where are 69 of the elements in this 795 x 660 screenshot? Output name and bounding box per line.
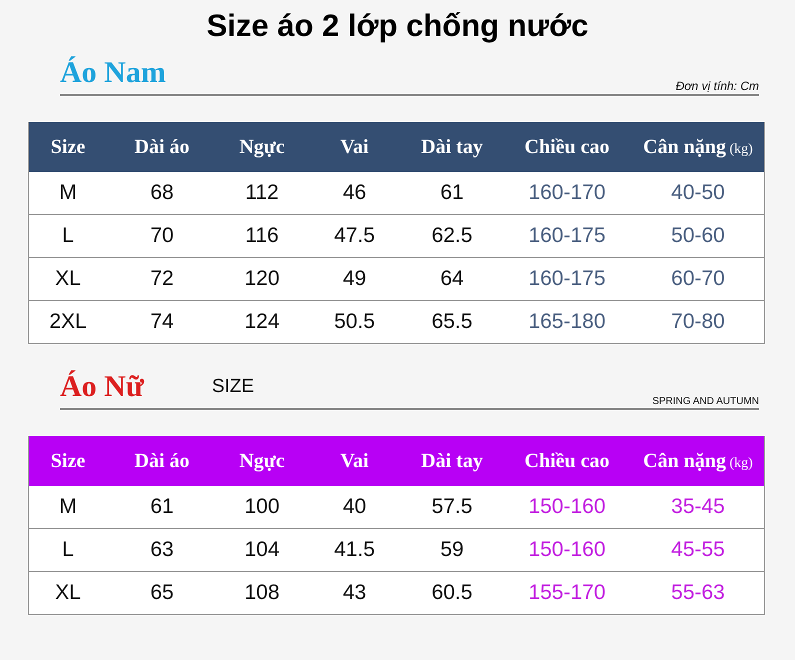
section-subheading: SIZE — [212, 376, 254, 398]
section-heading: Áo Nữ — [60, 372, 144, 402]
column-header: Dài tay — [420, 136, 484, 158]
table-cell-text: XL — [54, 267, 82, 291]
table-cell-text: 55-63 — [670, 581, 726, 605]
column-header: Chiều cao — [524, 136, 610, 158]
column-header: Vai — [339, 450, 370, 472]
column-header: Cân nặng (kg) — [642, 136, 754, 158]
table-cell-text: 46 — [342, 181, 368, 205]
table-cell-text: 49 — [342, 267, 368, 291]
table-cell-text: 62.5 — [430, 224, 474, 248]
table-cell-text: 112 — [244, 181, 280, 205]
table-cell-text: 150-160 — [527, 538, 607, 562]
table-cell-text: 108 — [243, 581, 281, 605]
table-cell-text: 59 — [439, 538, 465, 562]
section-note: SPRING AND AUTUMN — [652, 396, 759, 408]
table-cell-text: L — [61, 538, 75, 562]
table-cell-text: 165-180 — [527, 310, 607, 334]
table-cell-text: 61 — [439, 181, 465, 205]
column-header: Cân nặng (kg) — [642, 450, 754, 472]
table-cell-text: 35-45 — [670, 495, 726, 519]
section-heading: Áo Nam — [60, 58, 166, 88]
column-header: Size — [50, 136, 86, 158]
table-cell-text: 70-80 — [670, 310, 726, 334]
table-cell-text: 120 — [243, 267, 281, 291]
column-header: Chiều cao — [524, 450, 610, 472]
table-cell-text: 65 — [149, 581, 175, 605]
table-cell-text: XL — [54, 581, 82, 605]
section-note: Đơn vị tính: Cm — [676, 79, 759, 94]
column-header: Dài áo — [134, 450, 190, 472]
table-cell-text: 160-170 — [527, 181, 607, 205]
table-cell-text: M — [58, 495, 78, 519]
table-cell-text: 60.5 — [430, 581, 474, 605]
table-cell-text: 60-70 — [670, 267, 726, 291]
table-cell-text: 124 — [243, 310, 281, 334]
table-cell-text: 160-175 — [527, 224, 607, 248]
table-cell-text: 70 — [149, 224, 175, 248]
column-header: Size — [50, 450, 86, 472]
table-cell-text: 2XL — [48, 310, 88, 334]
table-cell-text: 100 — [243, 495, 281, 519]
table-cell-text: 160-175 — [527, 267, 607, 291]
table-cell-text: 74 — [149, 310, 175, 334]
table-cell-text: 63 — [149, 538, 175, 562]
column-header: Ngực — [238, 450, 286, 472]
table-cell-text: 40-50 — [670, 181, 726, 205]
column-header: Dài tay — [420, 450, 484, 472]
table-cell-text: L — [61, 224, 75, 248]
column-header: Ngực — [238, 136, 286, 158]
column-header: Vai — [339, 136, 370, 158]
table-cell-text: 50-60 — [670, 224, 726, 248]
table-cell-text: 68 — [149, 181, 175, 205]
table-cell-text: 155-170 — [527, 581, 607, 605]
table-cell-text: 57.5 — [430, 495, 474, 519]
table-cell-text: 150-160 — [527, 495, 607, 519]
table-cell-text: 45-55 — [670, 538, 726, 562]
chart-title: Size áo 2 lớp chống nước — [206, 8, 590, 44]
table-cell-text: 64 — [439, 267, 465, 291]
table-cell-text: 61 — [149, 495, 175, 519]
table-cell-text: 116 — [244, 224, 280, 248]
table-cell-text: 40 — [342, 495, 368, 519]
table-cell-text: 50.5 — [333, 310, 376, 334]
column-header: Dài áo — [134, 136, 190, 158]
table-cell-text: 65.5 — [430, 310, 474, 334]
table-cell-text: 72 — [149, 267, 175, 291]
table-cell-text: 47.5 — [333, 224, 376, 248]
table-cell-text: M — [58, 181, 78, 205]
table-cell-text: 43 — [342, 581, 368, 605]
table-cell-text: 104 — [243, 538, 281, 562]
table-cell-text: 41.5 — [333, 538, 376, 562]
